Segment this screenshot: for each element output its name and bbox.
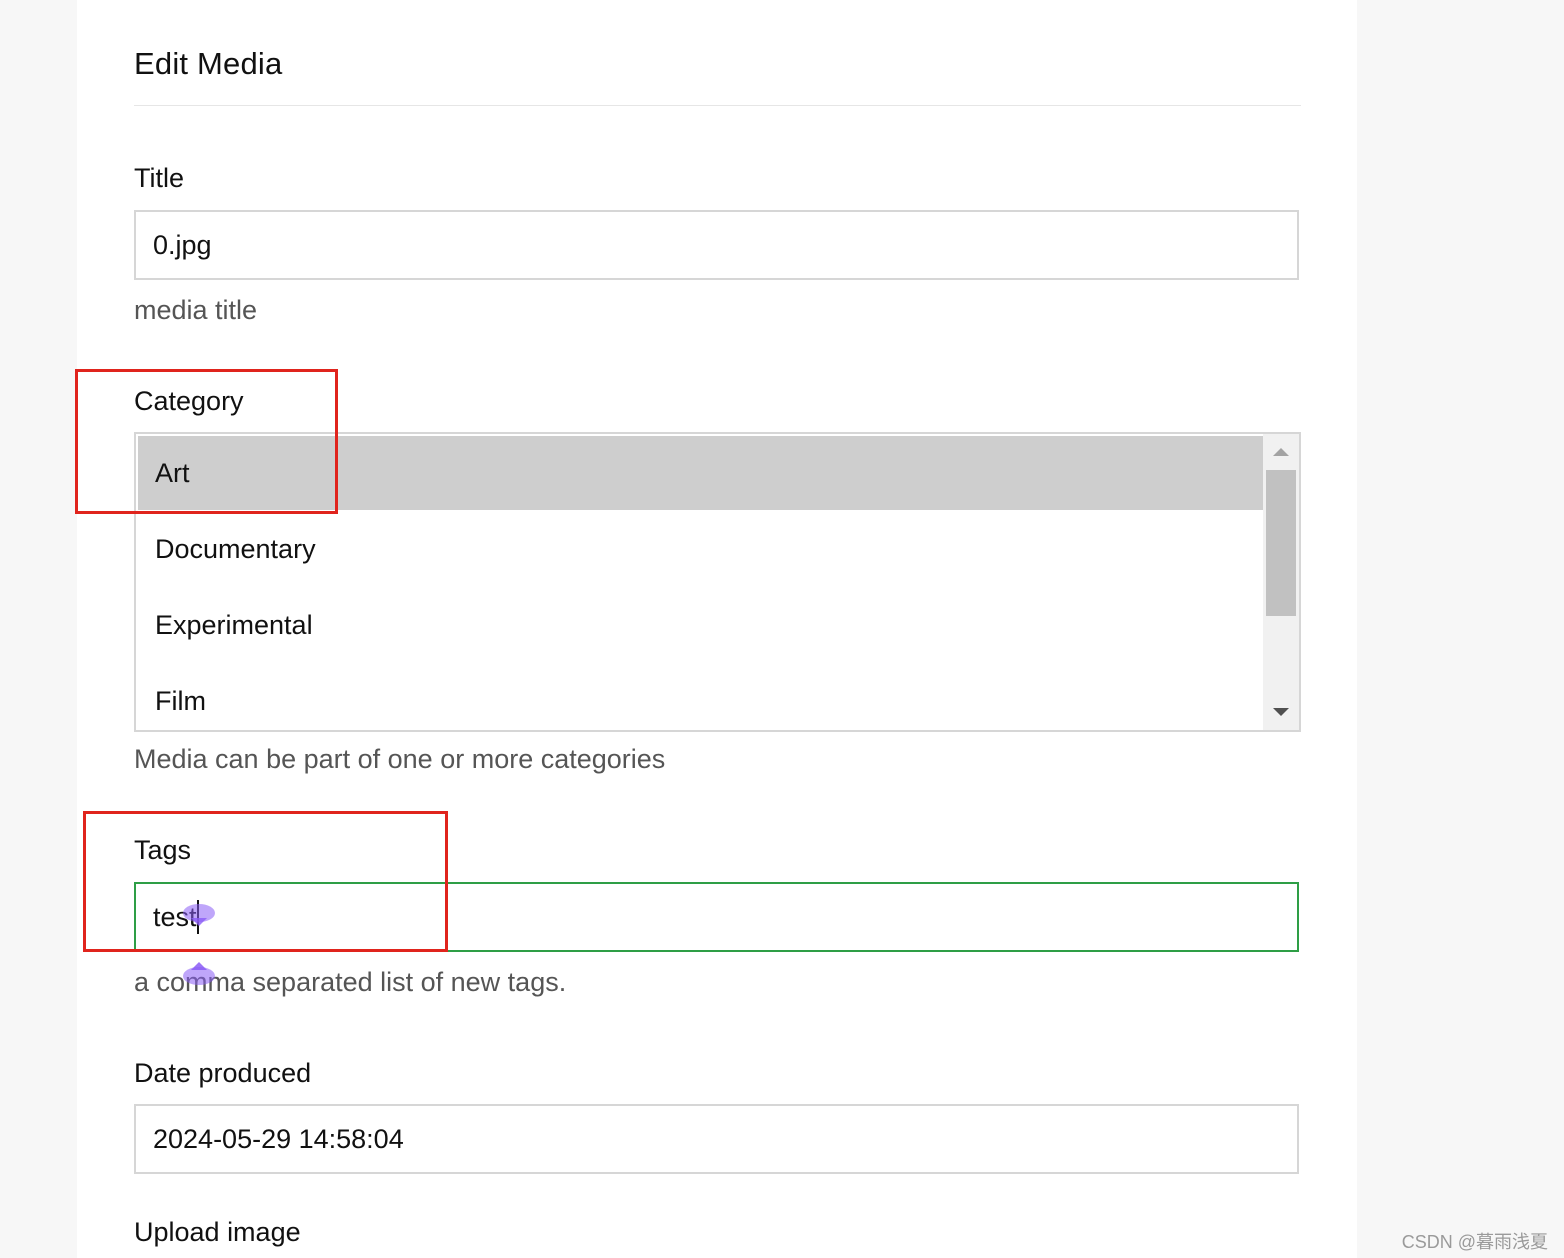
category-help-text: Media can be part of one or more categor… — [134, 744, 666, 774]
date-produced-label: Date produced — [134, 1058, 312, 1088]
category-option-documentary[interactable]: Documentary — [138, 512, 1264, 586]
scroll-up-arrow-icon[interactable] — [1273, 448, 1289, 456]
scroll-down-arrow-icon[interactable] — [1273, 708, 1289, 716]
upload-image-label: Upload image — [134, 1217, 301, 1247]
tags-input[interactable]: test — [134, 882, 1299, 952]
page-title: Edit Media — [134, 46, 283, 81]
watermark-text: CSDN @暮雨浅夏 — [1401, 1232, 1548, 1252]
title-divider — [134, 105, 1301, 106]
title-help-text: media title — [134, 295, 258, 325]
text-caret — [197, 900, 199, 934]
category-option-film[interactable]: Film — [138, 664, 1264, 730]
tags-label: Tags — [134, 835, 192, 865]
scrollbar-thumb[interactable] — [1266, 470, 1296, 616]
category-label: Category — [134, 386, 244, 416]
tags-help-text: a comma separated list of new tags. — [134, 967, 567, 997]
date-produced-input[interactable]: 2024-05-29 14:58:04 — [134, 1104, 1299, 1174]
title-label: Title — [134, 163, 185, 193]
category-option-experimental[interactable]: Experimental — [138, 588, 1264, 662]
category-scrollbar[interactable] — [1263, 434, 1299, 730]
category-option-art[interactable]: Art — [138, 436, 1264, 510]
title-input[interactable]: 0.jpg — [134, 210, 1299, 280]
category-multiselect[interactable]: Art Documentary Experimental Film — [134, 432, 1301, 732]
